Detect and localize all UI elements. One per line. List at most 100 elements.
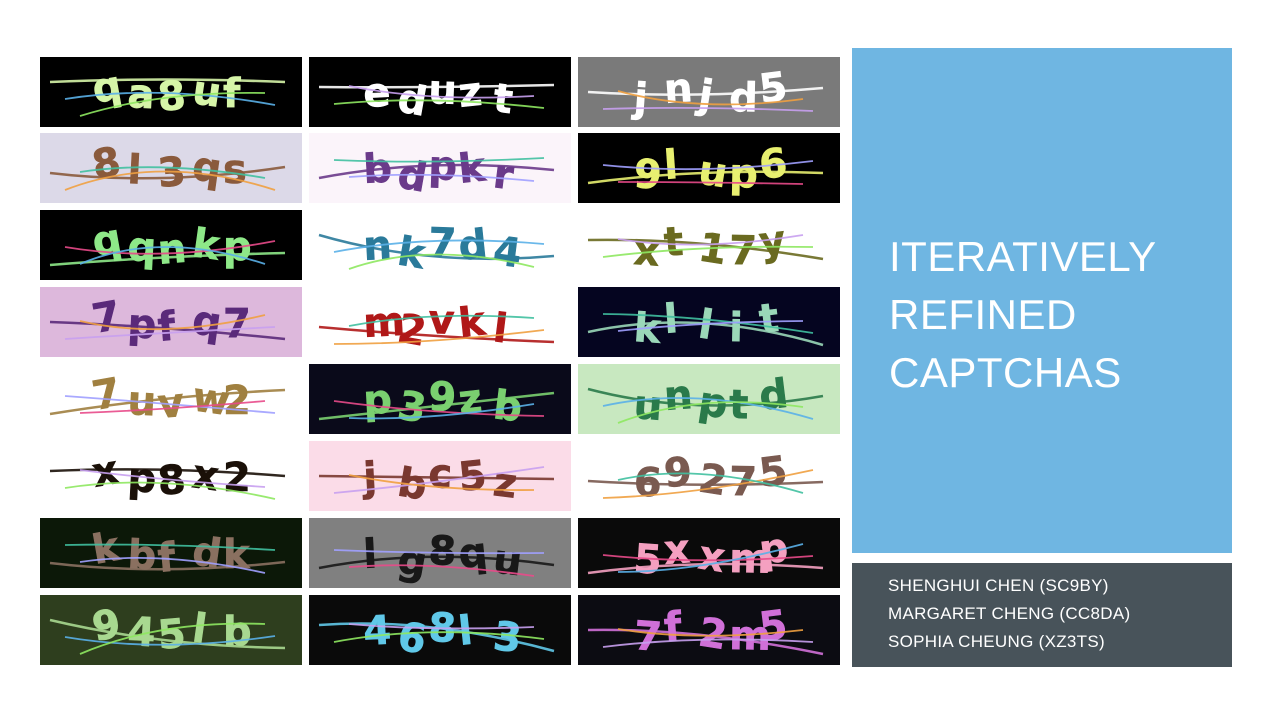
captcha-image: p39zb [309,364,571,434]
captcha-char: l [190,605,210,652]
captcha-graphic: x p8 x 2 [49,447,286,505]
captcha-graphic: m2v k l [318,297,555,356]
captcha-image: kllit [578,287,840,357]
captcha-image: jnjd5 [578,57,840,127]
captcha-char: 7 [428,220,457,267]
captcha-graphic: q a 8 uf [49,62,286,121]
captcha-char: b [223,609,252,655]
captcha-graphic: x t 17 y [587,217,824,276]
captcha-char: 2 [223,378,251,424]
captcha-graphic: 8 l 3 qs [49,138,286,197]
slide-title: ITERATIVELY REFINED CAPTCHAS [889,228,1157,402]
captcha-char: z [456,69,484,117]
captcha-char: p [362,377,393,424]
captcha-char: k [190,220,224,269]
captcha-char: z [456,376,484,424]
author-name: SHENGHUI CHEN (SC9BY) [888,576,1109,595]
captcha-graphic: 9 l up6 [587,140,824,199]
captcha-char: l [362,531,378,578]
captcha-image: xt17y [578,210,840,280]
captcha-char: x [695,532,728,582]
captcha-graphic: l g8 q u [318,528,555,587]
author-list: SHENGHUI CHEN (SC9BY) MARGARET CHENG (CC… [888,572,1130,656]
captcha-graphic: 945lb [49,600,286,659]
captcha-char: b [126,532,157,579]
captcha-char: d [394,152,430,202]
captcha-char: n [156,226,188,274]
captcha-image: bdpkr [309,133,571,203]
title-line: ITERATIVELY [889,233,1157,280]
captcha-image: m2vkl [309,287,571,357]
captcha-char: x [190,451,222,500]
title-line: CAPTCHAS [889,349,1122,396]
captcha-graphic: 7 f 2m5 [587,602,824,661]
captcha-image: 7f2m5 [578,595,840,665]
captcha-image: 69275 [578,441,840,511]
captcha-image: 945lb [40,595,302,665]
captcha-graphic: p 39 z b [318,374,555,433]
captcha-graphic: j bc 5 z [318,451,555,510]
author-name: SOPHIA CHEUNG (XZ3TS) [888,632,1105,651]
captcha-char: q [190,297,225,347]
captcha-grid: qa8ufeduztjnjd58l3qsbdpkr9lup6qqnkpnk7d4… [0,0,845,720]
captcha-graphic: kllit [587,295,824,353]
captcha-graphic: k bf dk [49,523,286,582]
title-panel: ITERATIVELY REFINED CAPTCHAS [852,48,1232,553]
captcha-char: l [126,147,142,194]
authors-panel: SHENGHUI CHEN (SC9BY) MARGARET CHENG (CC… [852,563,1232,667]
captcha-image: eduzt [309,57,571,127]
captcha-char: p [126,301,157,348]
captcha-char: u [428,67,458,114]
captcha-char: t [757,295,782,343]
captcha-graphic: 7 pf q7 [49,292,286,351]
captcha-char: d [456,221,489,270]
captcha-image: 5xxmp [578,518,840,588]
captcha-char: 4 [491,228,524,277]
captcha-char: 5 [757,64,790,113]
captcha-char: n [662,372,694,420]
captcha-image: 8l3qs [40,133,302,203]
captcha-graphic: 4 68 l 3 [318,605,555,664]
captcha-char: 5 [156,611,188,659]
captcha-char: t [491,75,516,123]
captcha-graphic: b dpk r [318,143,555,202]
captcha-char: 4 [362,608,392,655]
captcha-image: 468l3 [309,595,571,665]
captcha-image: qa8uf [40,57,302,127]
captcha-char: n [662,65,694,113]
captcha-char: f [662,604,683,651]
captcha-char: c [428,451,453,498]
captcha-image: qqnkp [40,210,302,280]
captcha-image: nk7d4 [309,210,571,280]
captcha-image: 7pfq7 [40,287,302,357]
captcha-char: 2 [695,455,730,505]
captcha-image: unptd [578,364,840,434]
captcha-char: k [456,144,489,193]
captcha-char: a [126,71,155,118]
captcha-char: q [190,143,225,193]
captcha-char: p [729,151,758,197]
captcha-char: 7 [729,228,758,274]
captcha-char: k [223,532,251,578]
captcha-image: lg8qu [309,518,571,588]
captcha-image: xp8x2 [40,441,302,511]
captcha-char: g [394,537,430,587]
captcha-char: j [630,75,649,122]
captcha-char: 5 [757,448,790,497]
captcha-char: l [662,296,679,343]
captcha-char: e [362,70,392,117]
title-line: REFINED [889,291,1077,338]
captcha-graphic: e duz t [318,67,555,126]
captcha-image: kbfdk [40,518,302,588]
author-name: MARGARET CHENG (CC8DA) [888,604,1131,623]
captcha-image: 7uvw2 [40,364,302,434]
captcha-char: d [190,528,225,578]
captcha-graphic: 6 9 27 5 [587,448,824,507]
captcha-graphic: j n j d5 [587,64,824,122]
captcha-graphic: 7 uv w2 [49,369,286,428]
captcha-char: d [757,371,791,420]
captcha-graphic: nk7d4 [318,220,555,279]
captcha-char: u [632,382,664,430]
captcha-char: l [491,305,510,352]
captcha-char: 2 [223,455,251,501]
